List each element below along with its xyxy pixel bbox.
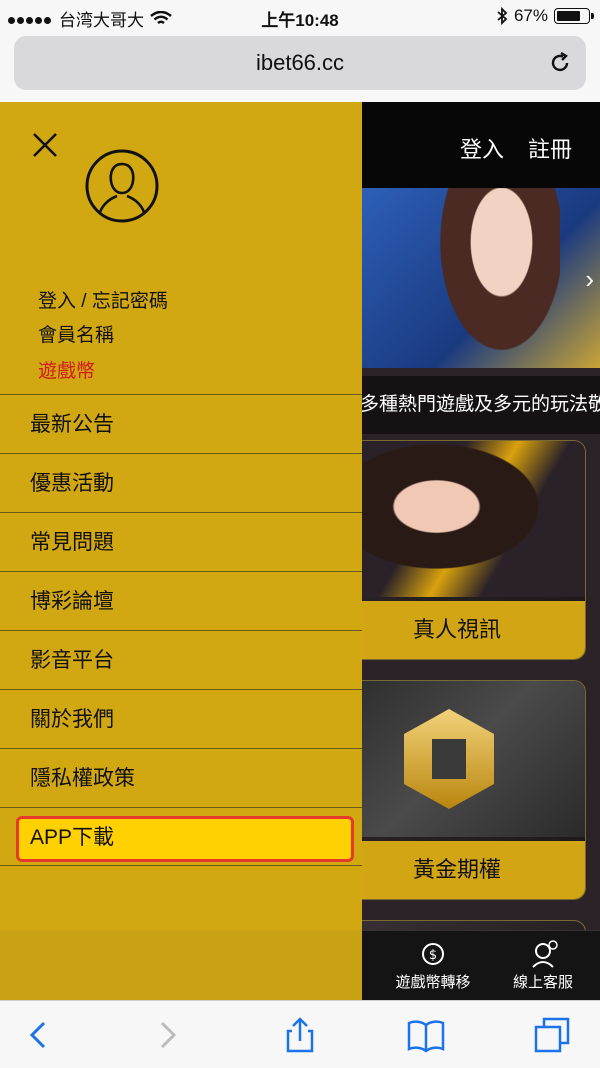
support-agent-icon: [532, 940, 558, 968]
url-bar[interactable]: ibet66.cc: [14, 36, 586, 90]
member-name: 會員名稱: [38, 325, 115, 346]
side-drawer: 登入 / 忘記密碼 會員名稱 遊戲幣 最新公告 優惠活動 常見問題 博彩論壇 影…: [0, 102, 362, 1000]
login-link[interactable]: 登入: [460, 132, 504, 164]
game-card-label: 黃金期權: [329, 841, 585, 899]
back-icon[interactable]: [18, 1015, 58, 1055]
battery-percent: 67%: [513, 6, 548, 25]
customer-service-button[interactable]: 線上客服: [488, 931, 598, 1000]
status-bar: 台湾大哥大 上午10:48 67%: [0, 0, 600, 32]
chevron-right-icon[interactable]: ›: [585, 264, 594, 295]
menu-item-media[interactable]: 影音平台: [0, 630, 362, 689]
menu-item-promotions[interactable]: 優惠活動: [0, 453, 362, 512]
user-avatar-icon: [85, 149, 159, 223]
gold-logo-icon: [404, 709, 494, 809]
battery-icon: [554, 8, 594, 24]
bottom-nav-label: 遊戲幣轉移: [395, 974, 471, 991]
share-icon[interactable]: [280, 1015, 320, 1055]
promo-banner[interactable]: ›: [360, 188, 600, 368]
game-coins: 遊戲幣: [38, 361, 96, 382]
bluetooth-icon: [497, 7, 508, 25]
marquee-text: 多種熱門遊戲及多元的玩法敬請期: [360, 376, 600, 434]
login-forgot-link[interactable]: 登入 / 忘記密碼: [38, 286, 168, 313]
game-card-label: 真人視訊: [329, 601, 585, 659]
drawer-bottom-overlay: [0, 930, 362, 1000]
browser-toolbar: [0, 1000, 600, 1068]
drawer-menu: 最新公告 優惠活動 常見問題 博彩論壇 影音平台 關於我們 隱私權政策 APP下…: [0, 394, 362, 866]
coin-transfer-button[interactable]: $ 遊戲幣轉移: [378, 931, 488, 1000]
bookmarks-icon[interactable]: [406, 1015, 446, 1055]
menu-item-announcements[interactable]: 最新公告: [0, 394, 362, 453]
tabs-icon[interactable]: [532, 1015, 572, 1055]
reload-icon[interactable]: [548, 51, 572, 75]
bottom-nav-label: 線上客服: [512, 974, 573, 991]
app-download-label: APP下載: [30, 826, 115, 849]
menu-item-faq[interactable]: 常見問題: [0, 512, 362, 571]
register-link[interactable]: 註冊: [528, 132, 572, 164]
menu-item-about[interactable]: 關於我們: [0, 689, 362, 748]
forward-icon[interactable]: [148, 1015, 188, 1055]
menu-item-app-download[interactable]: APP下載: [0, 807, 362, 866]
game-card-options[interactable]: 黃金期權: [328, 680, 586, 900]
menu-item-forum[interactable]: 博彩論壇: [0, 571, 362, 630]
game-card-live[interactable]: 真人視訊: [328, 440, 586, 660]
svg-text:$: $: [429, 948, 437, 963]
close-icon[interactable]: [30, 130, 60, 160]
coin-transfer-icon: $: [422, 943, 444, 965]
url-text: ibet66.cc: [255, 50, 345, 75]
menu-item-privacy[interactable]: 隱私權政策: [0, 748, 362, 807]
